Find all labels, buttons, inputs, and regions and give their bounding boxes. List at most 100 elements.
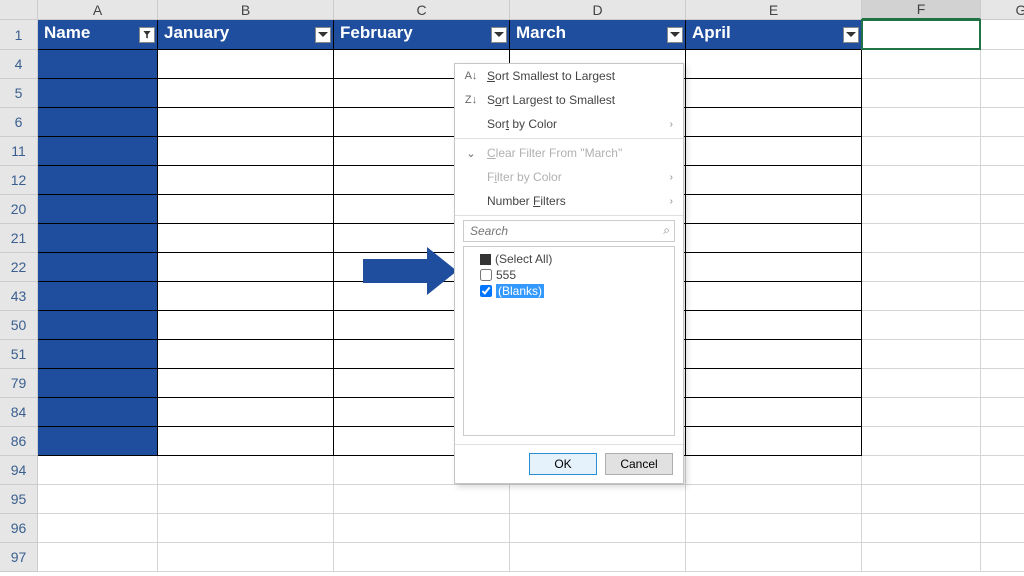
row-header[interactable]: 11: [0, 137, 38, 166]
cell[interactable]: [38, 543, 158, 572]
cell[interactable]: [862, 456, 981, 485]
cell[interactable]: [158, 79, 334, 108]
cell[interactable]: [981, 108, 1024, 137]
filter-dropdown-button[interactable]: [667, 27, 683, 43]
cell[interactable]: [686, 485, 862, 514]
row-header[interactable]: 20: [0, 195, 38, 224]
cell[interactable]: [862, 514, 981, 543]
cell[interactable]: [981, 166, 1024, 195]
cell[interactable]: [38, 456, 158, 485]
cell[interactable]: [862, 543, 981, 572]
cell[interactable]: [686, 398, 862, 427]
cell[interactable]: [686, 224, 862, 253]
cell[interactable]: [38, 253, 158, 282]
cell[interactable]: [686, 137, 862, 166]
checkbox-indeterminate[interactable]: [480, 254, 491, 265]
cell[interactable]: [981, 20, 1024, 50]
row-header[interactable]: 51: [0, 340, 38, 369]
cell[interactable]: [862, 340, 981, 369]
cell[interactable]: [158, 398, 334, 427]
cancel-button[interactable]: Cancel: [605, 453, 673, 475]
row-header[interactable]: 1: [0, 20, 38, 50]
cell[interactable]: [862, 137, 981, 166]
cell[interactable]: [981, 253, 1024, 282]
cell[interactable]: [158, 311, 334, 340]
number-filters[interactable]: Number Filters ›: [455, 189, 683, 213]
cell[interactable]: [862, 20, 981, 50]
cell[interactable]: [981, 50, 1024, 79]
cell[interactable]: [981, 543, 1024, 572]
cell[interactable]: [981, 427, 1024, 456]
cell[interactable]: [981, 514, 1024, 543]
cell[interactable]: [158, 427, 334, 456]
cell[interactable]: April: [686, 20, 862, 50]
cell[interactable]: [686, 282, 862, 311]
cell[interactable]: [158, 282, 334, 311]
cell[interactable]: [981, 195, 1024, 224]
row-header[interactable]: 95: [0, 485, 38, 514]
cell[interactable]: [981, 485, 1024, 514]
select-all-corner[interactable]: [0, 0, 38, 20]
cell[interactable]: [158, 340, 334, 369]
sort-by-color[interactable]: Sort by Color ›: [455, 112, 683, 136]
cell[interactable]: [862, 50, 981, 79]
cell[interactable]: [981, 137, 1024, 166]
cell[interactable]: March: [510, 20, 686, 50]
cell[interactable]: [38, 166, 158, 195]
cell[interactable]: [686, 166, 862, 195]
cell[interactable]: [686, 311, 862, 340]
cell[interactable]: [981, 311, 1024, 340]
row-header[interactable]: 6: [0, 108, 38, 137]
cell[interactable]: [686, 50, 862, 79]
cell[interactable]: [38, 282, 158, 311]
row-header[interactable]: 86: [0, 427, 38, 456]
cell[interactable]: [981, 79, 1024, 108]
cell[interactable]: [510, 485, 686, 514]
row-header[interactable]: 79: [0, 369, 38, 398]
checkbox[interactable]: [480, 285, 492, 297]
cell[interactable]: [862, 398, 981, 427]
cell[interactable]: [686, 195, 862, 224]
cell[interactable]: January: [158, 20, 334, 50]
cell[interactable]: [158, 50, 334, 79]
cell[interactable]: [686, 340, 862, 369]
cell[interactable]: [38, 340, 158, 369]
filter-item-select-all[interactable]: (Select All): [480, 251, 670, 267]
cell[interactable]: [686, 543, 862, 572]
cell[interactable]: [862, 108, 981, 137]
cell[interactable]: February: [334, 20, 510, 50]
cell[interactable]: [862, 427, 981, 456]
filter-item-blanks[interactable]: (Blanks): [480, 283, 670, 299]
cell[interactable]: [981, 282, 1024, 311]
filter-search-input[interactable]: [463, 220, 675, 242]
cell[interactable]: [158, 514, 334, 543]
cell[interactable]: [686, 79, 862, 108]
cell[interactable]: [38, 514, 158, 543]
cell[interactable]: [38, 427, 158, 456]
row-header[interactable]: 84: [0, 398, 38, 427]
cell[interactable]: [686, 514, 862, 543]
cell[interactable]: [38, 485, 158, 514]
cell[interactable]: [158, 543, 334, 572]
cell[interactable]: [38, 137, 158, 166]
cell[interactable]: [862, 195, 981, 224]
cell[interactable]: [334, 485, 510, 514]
row-header[interactable]: 4: [0, 50, 38, 79]
cell[interactable]: [38, 79, 158, 108]
filter-dropdown-button[interactable]: [315, 27, 331, 43]
cell[interactable]: [38, 195, 158, 224]
cell[interactable]: [334, 514, 510, 543]
filter-dropdown-button[interactable]: [843, 27, 859, 43]
cell[interactable]: [158, 253, 334, 282]
cell[interactable]: [510, 543, 686, 572]
column-header-C[interactable]: C: [334, 0, 510, 20]
cell[interactable]: [158, 195, 334, 224]
filter-dropdown-button[interactable]: [139, 27, 155, 43]
cell[interactable]: [981, 369, 1024, 398]
column-header-A[interactable]: A: [38, 0, 158, 20]
column-header-E[interactable]: E: [686, 0, 862, 20]
sort-descending[interactable]: Z↓ Sort Largest to Smallest: [455, 88, 683, 112]
cell[interactable]: [158, 166, 334, 195]
filter-dropdown-button[interactable]: [491, 27, 507, 43]
column-header-G[interactable]: G: [981, 0, 1024, 20]
